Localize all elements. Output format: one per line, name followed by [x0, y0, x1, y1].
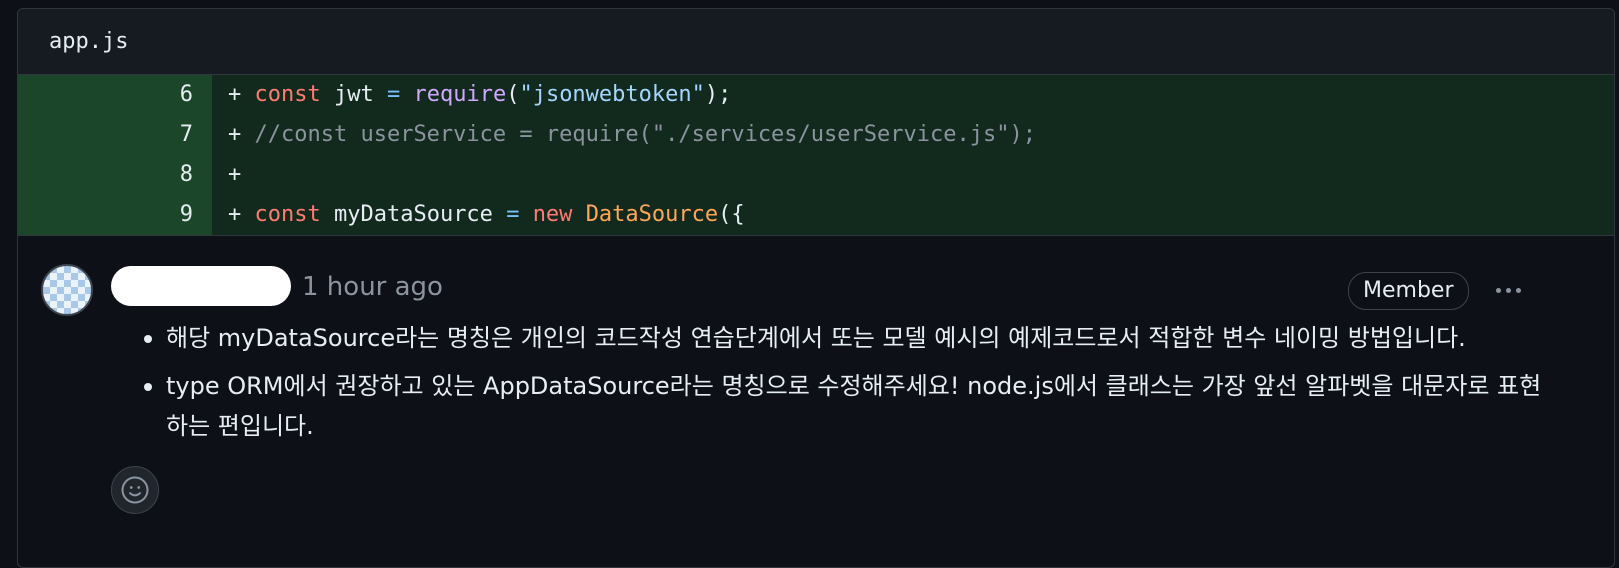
code-comment: //const userService = require("./service…	[254, 122, 1036, 147]
code-line: + //const userService = require("./servi…	[212, 115, 1614, 155]
code-line: + const jwt = require("jsonwebtoken");	[212, 75, 1614, 115]
code-token: "jsonwebtoken"	[519, 82, 705, 107]
kebab-dot	[1515, 287, 1521, 293]
comment-timestamp[interactable]: 1 hour ago	[302, 272, 443, 302]
code-token: =	[386, 82, 401, 107]
code-token: (	[506, 82, 520, 107]
line-number[interactable]: 9	[18, 195, 212, 235]
code-token: =	[506, 202, 520, 227]
comment-body: 해당 myDataSource라는 명칭은 개인의 코드작성 연습단계에서 또는…	[144, 318, 1546, 454]
review-comment: 1 hour ago Member 해당 myDataSource라는 명칭은 …	[18, 236, 1614, 556]
diff-line: 6 + const jwt = require("jsonwebtoken");	[18, 75, 1614, 115]
review-thread-panel: app.js 6 + const jwt = require("jsonwebt…	[17, 8, 1615, 568]
author-name-redacted	[111, 266, 291, 306]
comment-bullet: 해당 myDataSource라는 명칭은 개인의 코드작성 연습단계에서 또는…	[144, 318, 1546, 358]
kebab-dot	[1505, 287, 1511, 293]
diff-line: 9 + const myDataSource = new DataSource(…	[18, 195, 1614, 235]
code-line: +	[212, 155, 1614, 195]
role-badge: Member	[1348, 272, 1469, 310]
comment-bullet: type ORM에서 권장하고 있는 AppDataSource라는 명칭으로 …	[144, 366, 1546, 446]
code-token: );	[704, 82, 732, 107]
code-token: const	[254, 82, 321, 107]
line-number[interactable]: 7	[18, 115, 212, 155]
line-number[interactable]: 8	[18, 155, 212, 195]
added-marker: +	[228, 82, 242, 107]
diff-line: 8 +	[18, 155, 1614, 195]
code-token: jwt	[333, 82, 374, 107]
code-token: myDataSource	[333, 202, 493, 227]
kebab-horizontal-icon[interactable]	[1488, 276, 1528, 304]
kebab-dot	[1495, 287, 1501, 293]
code-line: + const myDataSource = new DataSource({	[212, 195, 1614, 235]
file-header: app.js	[18, 9, 1614, 75]
diff-line: 7 + //const userService = require("./ser…	[18, 115, 1614, 155]
diff-code-block: 6 + const jwt = require("jsonwebtoken");…	[18, 75, 1614, 236]
file-name[interactable]: app.js	[49, 29, 128, 54]
code-token: require	[413, 82, 507, 107]
added-marker: +	[228, 122, 242, 147]
added-marker: +	[228, 202, 242, 227]
avatar[interactable]	[41, 264, 93, 316]
code-token: new	[532, 202, 573, 227]
smiley-icon	[121, 476, 149, 504]
code-token: ({	[718, 202, 745, 227]
add-reaction-button[interactable]	[111, 466, 159, 514]
added-marker: +	[228, 162, 242, 187]
code-token: const	[254, 202, 321, 227]
code-token: DataSource	[585, 202, 719, 227]
line-number[interactable]: 6	[18, 75, 212, 115]
